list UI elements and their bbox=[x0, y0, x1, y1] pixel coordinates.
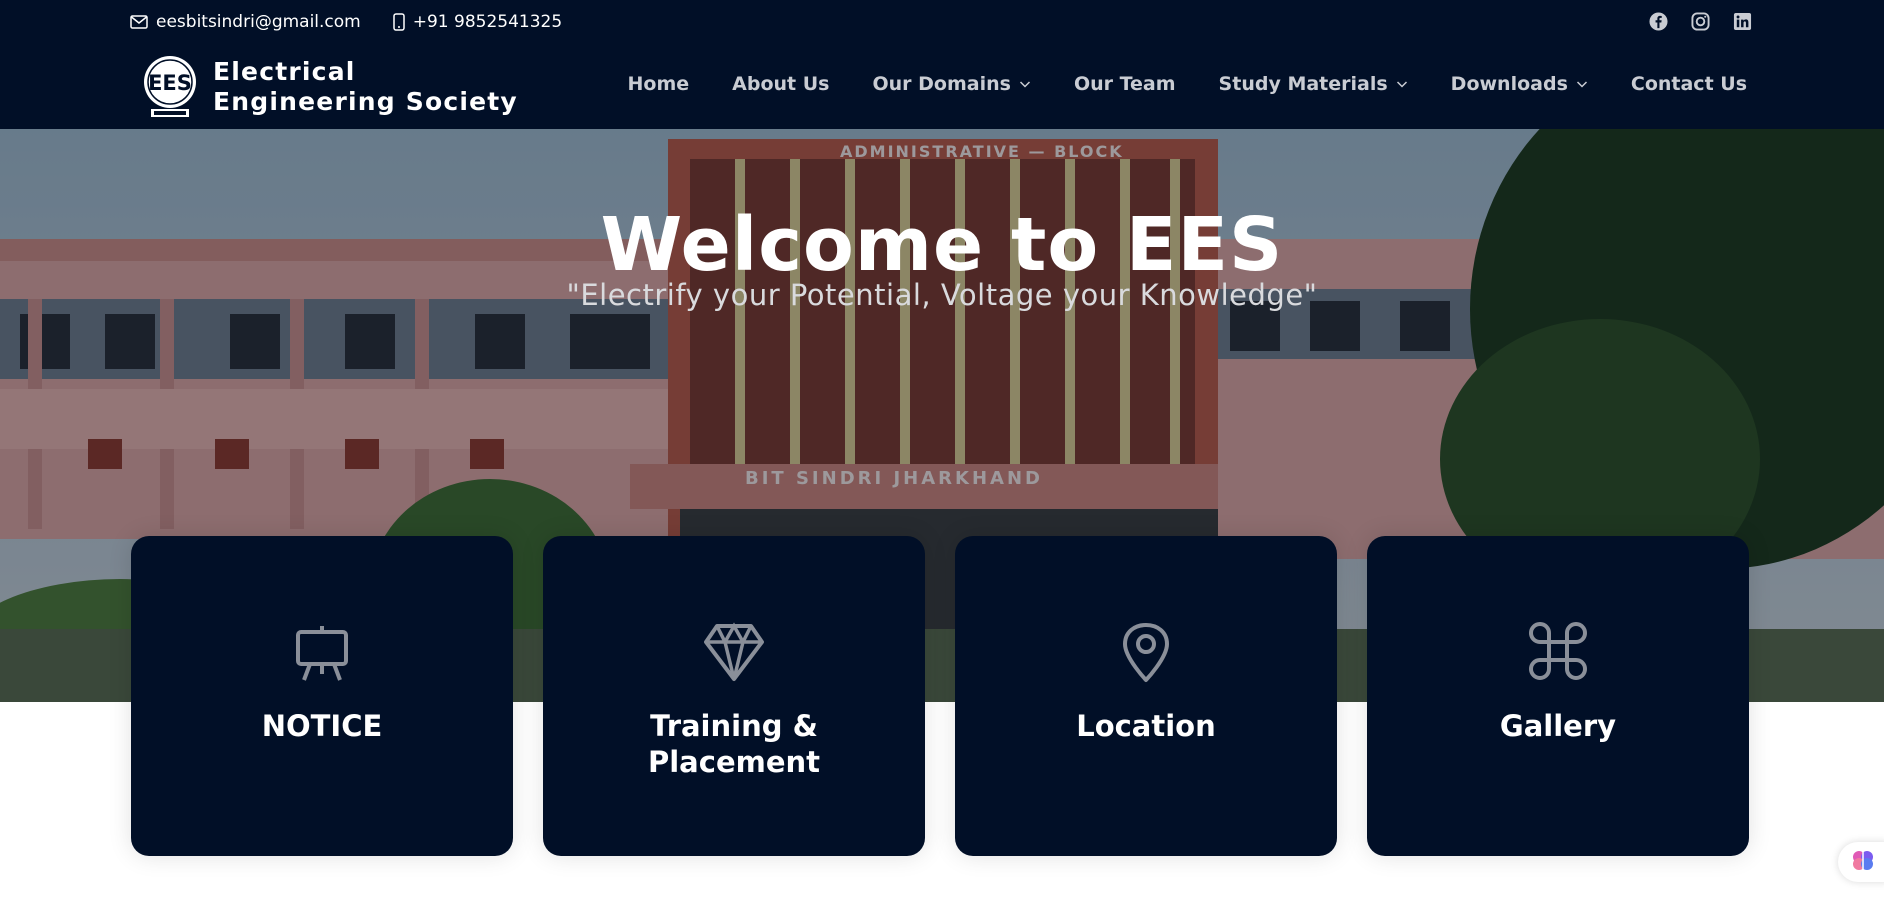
card-label: Location bbox=[1076, 709, 1216, 743]
nav-domains[interactable]: Our Domains bbox=[872, 73, 1030, 95]
ees-logo-icon: EES bbox=[143, 53, 197, 121]
mobile-phone-icon bbox=[393, 13, 405, 31]
contact-bar: eesbitsindri@gmail.com +91 9852541325 bbox=[130, 12, 562, 32]
easel-icon bbox=[131, 622, 513, 682]
nav-contact[interactable]: Contact Us bbox=[1631, 73, 1747, 95]
card-location[interactable]: Location bbox=[955, 536, 1337, 856]
brain-icon bbox=[1850, 847, 1876, 878]
social-links bbox=[1648, 11, 1752, 31]
phone-contact[interactable]: +91 9852541325 bbox=[393, 12, 562, 32]
chevron-down-icon bbox=[1396, 81, 1407, 88]
nav-about-label: About Us bbox=[732, 73, 830, 95]
nav-downloads[interactable]: Downloads bbox=[1451, 73, 1588, 95]
nav-home[interactable]: Home bbox=[628, 73, 690, 95]
instagram-icon[interactable] bbox=[1690, 11, 1710, 31]
nav-downloads-label: Downloads bbox=[1450, 73, 1568, 95]
site-brand[interactable]: EES Electrical Engineering Society bbox=[143, 53, 543, 121]
chevron-down-icon bbox=[1019, 81, 1030, 88]
map-pin-icon bbox=[955, 622, 1337, 684]
brand-name: Electrical Engineering Society bbox=[213, 57, 518, 116]
nav-study-label: Study Materials bbox=[1218, 73, 1388, 95]
main-nav: Home About Us Our Domains Our Team Study… bbox=[628, 73, 1748, 95]
nav-team-label: Our Team bbox=[1073, 73, 1176, 95]
card-label: Gallery bbox=[1499, 709, 1617, 743]
email-contact[interactable]: eesbitsindri@gmail.com bbox=[130, 12, 361, 32]
assistant-widget[interactable] bbox=[1838, 842, 1884, 882]
command-icon bbox=[1367, 622, 1749, 680]
facebook-icon[interactable] bbox=[1648, 11, 1668, 31]
nav-about[interactable]: About Us bbox=[732, 73, 829, 95]
diamond-icon bbox=[543, 622, 925, 682]
svg-text:EES: EES bbox=[148, 71, 192, 95]
nav-contact-label: Contact Us bbox=[1630, 73, 1747, 95]
card-training-placement[interactable]: Training & Placement bbox=[543, 536, 925, 856]
site-header: eesbitsindri@gmail.com +91 9852541325 EE… bbox=[0, 0, 1884, 129]
nav-domains-label: Our Domains bbox=[872, 73, 1011, 95]
linkedin-icon[interactable] bbox=[1732, 11, 1752, 31]
email-text: eesbitsindri@gmail.com bbox=[156, 12, 361, 32]
hero-title: Welcome to EES bbox=[600, 202, 1284, 288]
nav-study-materials[interactable]: Study Materials bbox=[1219, 73, 1408, 95]
card-notice[interactable]: NOTICE bbox=[131, 536, 513, 856]
envelope-icon bbox=[130, 15, 148, 29]
feature-cards: NOTICE Training & Placement Location Gal… bbox=[131, 536, 1749, 856]
chevron-down-icon bbox=[1576, 81, 1587, 88]
card-label: NOTICE bbox=[261, 709, 383, 743]
nav-home-label: Home bbox=[627, 73, 690, 95]
phone-text: +91 9852541325 bbox=[412, 12, 563, 32]
card-gallery[interactable]: Gallery bbox=[1367, 536, 1749, 856]
nav-team[interactable]: Our Team bbox=[1074, 73, 1176, 95]
hero-subtitle: "Electrify your Potential, Voltage your … bbox=[566, 278, 1318, 312]
card-label: Training & Placement bbox=[647, 709, 821, 779]
